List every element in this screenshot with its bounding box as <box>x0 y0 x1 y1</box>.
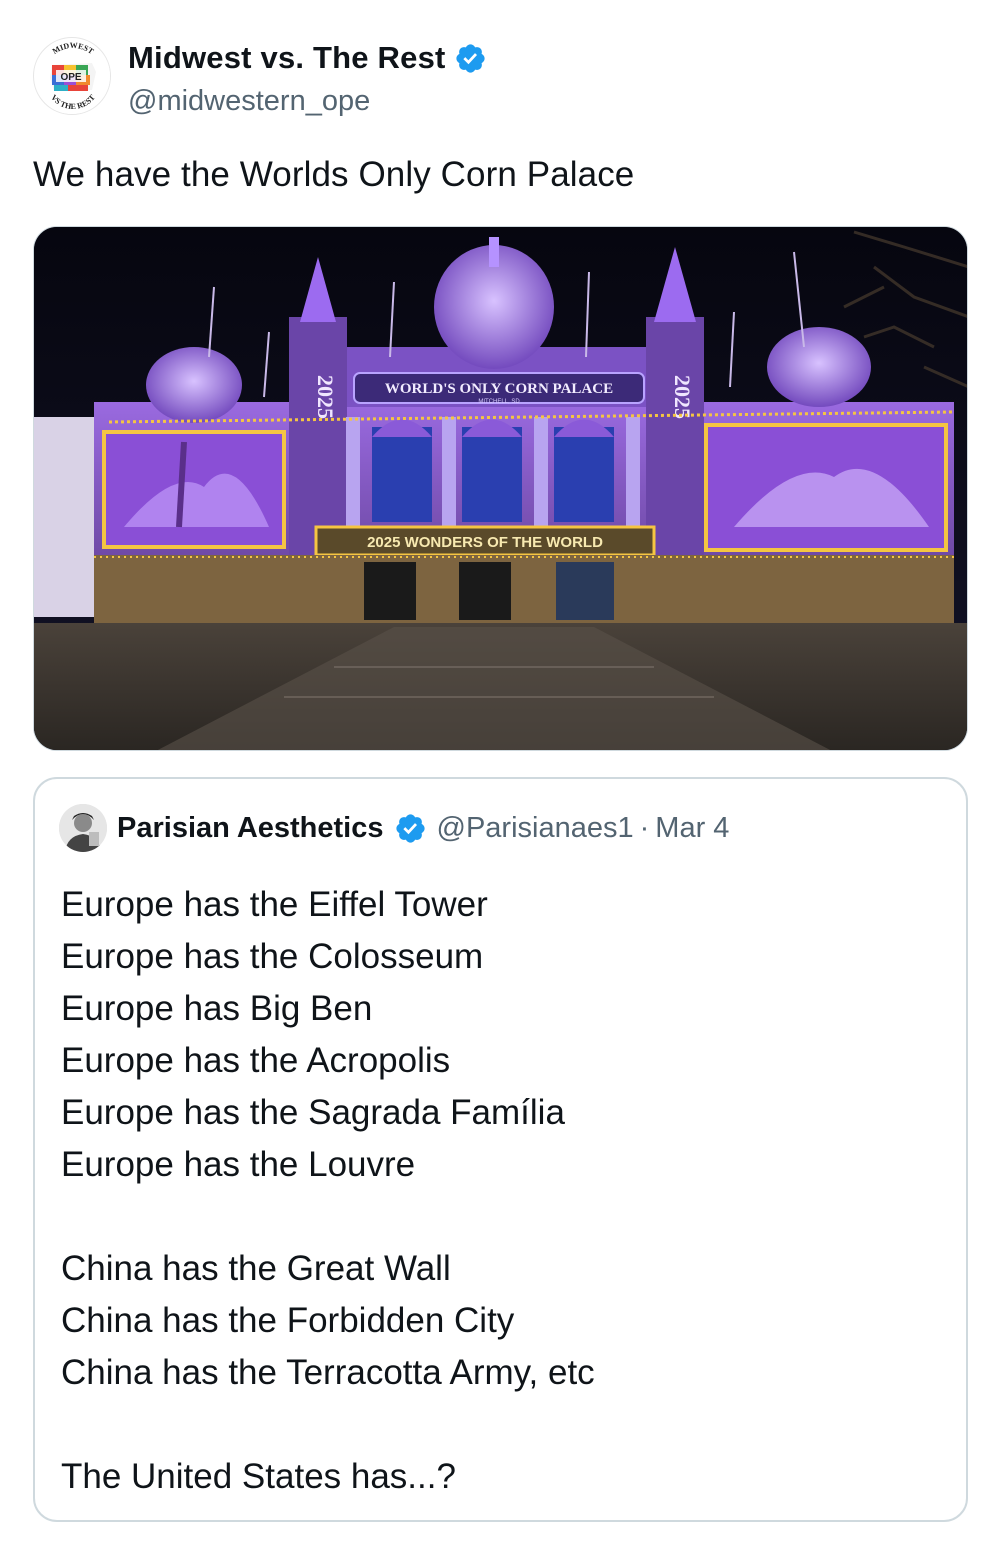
author-display-name[interactable]: Midwest vs. The Rest <box>128 40 446 76</box>
quote-line-blank <box>61 1191 595 1243</box>
quoted-author-display-name[interactable]: Parisian Aesthetics <box>117 812 384 845</box>
quoted-author-handle[interactable]: @Parisianaes1 <box>437 812 634 845</box>
quote-line: Europe has Big Ben <box>61 989 373 1028</box>
quote-line: China has the Terracotta Army, etc <box>61 1353 595 1392</box>
quote-line: China has the Great Wall <box>61 1249 451 1288</box>
verified-badge-icon <box>395 813 425 843</box>
tower-right-text: 2025 <box>670 375 695 419</box>
quote-line: Europe has the Sagrada Família <box>61 1093 565 1132</box>
quote-line: Europe has the Colosseum <box>61 937 484 976</box>
quote-line: Europe has the Eiffel Tower <box>61 885 488 924</box>
quoted-tweet-date[interactable]: Mar 4 <box>655 812 729 845</box>
avatar-center-text: OPE <box>60 72 81 83</box>
quoted-tweet-header: Parisian Aesthetics @Parisianaes1 · Mar … <box>59 803 729 853</box>
quoted-tweet-text: Europe has the Eiffel Tower Europe has t… <box>61 879 595 1503</box>
quoted-tweet[interactable]: Parisian Aesthetics @Parisianaes1 · Mar … <box>33 777 968 1522</box>
banner-sub-text: MITCHELL, SD <box>478 399 520 405</box>
author-handle[interactable]: @midwestern_ope <box>128 85 370 118</box>
author-name-row: Midwest vs. The Rest <box>128 40 487 76</box>
tweet-image[interactable]: 2025 2025 WORLD'S ONLY CORN PALACE MITCH… <box>33 226 968 751</box>
tower-left-text: 2025 <box>313 375 338 419</box>
verified-badge-icon[interactable] <box>454 42 487 75</box>
banner-top-text: WORLD'S ONLY CORN PALACE <box>385 381 613 397</box>
quote-line-blank <box>61 1399 595 1451</box>
tweet-text: We have the Worlds Only Corn Palace <box>33 155 635 194</box>
author-avatar[interactable]: OPE MIDWEST VS THE REST <box>33 37 111 115</box>
quote-line: Europe has the Acropolis <box>61 1041 451 1080</box>
quote-line: Europe has the Louvre <box>61 1145 416 1184</box>
quoted-author-avatar[interactable] <box>59 804 107 852</box>
quote-line: The United States has...? <box>61 1457 456 1496</box>
tweet-header: OPE MIDWEST VS THE REST Midwest vs. The … <box>33 37 973 131</box>
banner-bottom-text: 2025 WONDERS OF THE WORLD <box>367 534 603 551</box>
quote-line: China has the Forbidden City <box>61 1301 515 1340</box>
separator-dot: · <box>639 811 650 844</box>
